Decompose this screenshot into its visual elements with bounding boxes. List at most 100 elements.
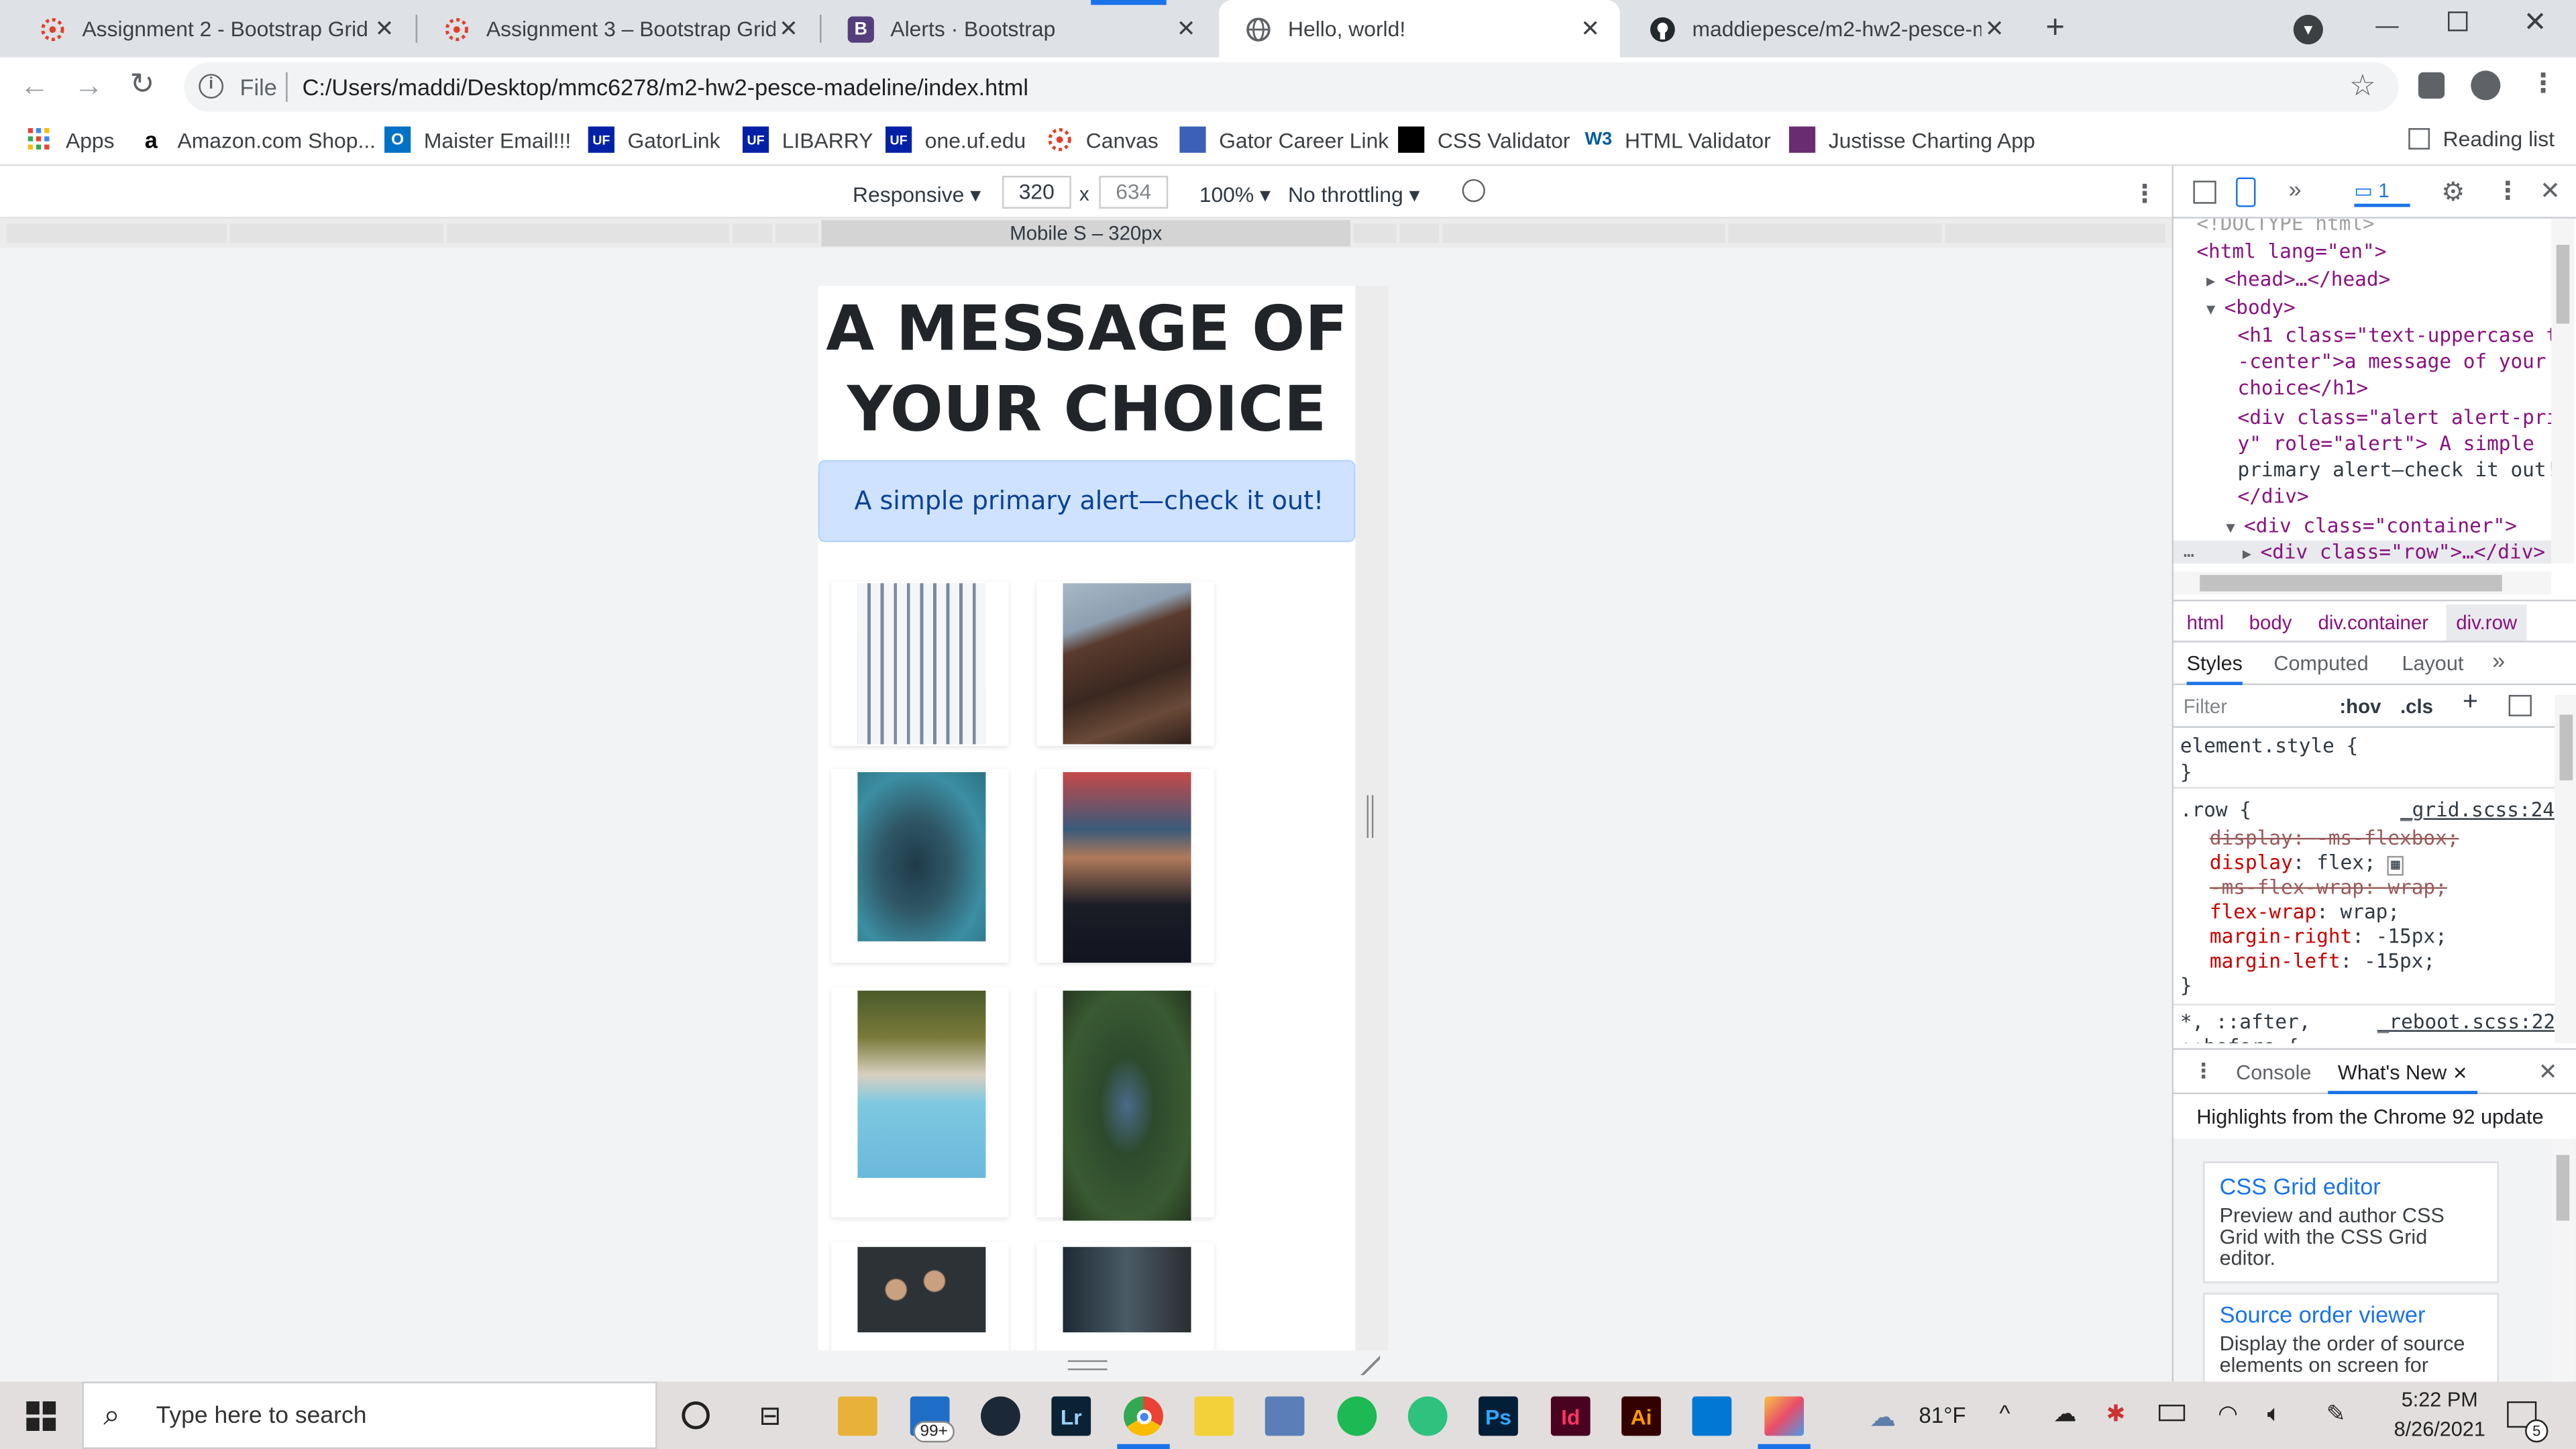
indesign-icon[interactable]: Id (1550, 1396, 1591, 1436)
clock-date[interactable]: 8/26/2021 (2382, 1417, 2497, 1440)
flexbox-editor-icon[interactable]: ▦ (2387, 855, 2404, 876)
bookmark-gator-career-link[interactable]: Gator Career Link (1179, 126, 1389, 153)
photoshop-icon[interactable]: Ps (1479, 1396, 1518, 1436)
cls-toggle[interactable]: .cls (2400, 695, 2433, 718)
decl-5[interactable]: margin-left: -15px; (2210, 950, 2435, 973)
selected-row-node[interactable]: … ▶ <div class="row">…</div> (2174, 540, 2552, 564)
corner-resize-handle-icon[interactable] (1360, 1355, 1381, 1375)
device-toggle-icon[interactable] (2236, 177, 2256, 207)
bookmark-apps[interactable]: Apps (26, 127, 115, 153)
cortana-icon[interactable] (682, 1401, 710, 1430)
row-rule-source-link[interactable]: _grid.scss:24 (2400, 798, 2555, 821)
tab-github[interactable]: maddiepesce/m2-hw2-pesce-ma ✕ (1623, 0, 2025, 58)
viewport-height-input[interactable]: 634 (1099, 176, 1169, 209)
tab-styles[interactable]: Styles (2186, 652, 2243, 686)
bookmark-canvas[interactable]: Canvas (1046, 127, 1159, 153)
settings-gear-icon[interactable]: ⚙ (2441, 176, 2465, 209)
toggle-sidebar-icon[interactable] (2508, 694, 2532, 716)
onedrive-icon[interactable]: ☁ (2053, 1400, 2076, 1428)
weather-icon[interactable]: ☁ (1870, 1401, 1896, 1434)
close-tab-icon[interactable]: ✕ (1577, 15, 1603, 43)
feature-title[interactable]: CSS Grid editor (2220, 1173, 2381, 1199)
bookmark-justisse[interactable]: Justisse Charting App (1788, 126, 2035, 153)
reboot-rule-source-link[interactable]: _reboot.scss:22 (2377, 1010, 2555, 1033)
height-resize-handle-icon[interactable] (1067, 1360, 1108, 1371)
drawer-scrollbar[interactable] (2551, 1138, 2575, 1382)
taskbar-search-box[interactable]: ⌕ Type here to search (82, 1381, 657, 1449)
reload-icon[interactable]: ↻ (129, 67, 154, 101)
info-icon[interactable]: i (199, 74, 224, 99)
browser-menu-icon[interactable]: ⋮ (2530, 67, 2556, 100)
alert-node[interactable]: <div class="alert alert-prim (2238, 406, 2552, 429)
bookmark-one-uf[interactable]: UF one.uf.edu (885, 126, 1026, 153)
zoom-select[interactable]: 100% ▾ (1199, 182, 1271, 209)
battery-icon[interactable] (2158, 1404, 2186, 1421)
breadcrumb-html[interactable]: html (2187, 611, 2224, 634)
bookmark-star-icon[interactable]: ☆ (2349, 69, 2376, 103)
styles-scrollbar[interactable] (2555, 694, 2576, 1044)
tray-app-icon[interactable]: ✱ (2106, 1400, 2126, 1428)
html-node[interactable]: <html lang="en"> (2196, 240, 2386, 263)
bookmark-html-validator[interactable]: W3 HTML Validator (1585, 127, 1771, 153)
h1-node[interactable]: <h1 class="text-uppercase te (2238, 323, 2552, 346)
close-tab-icon[interactable]: ✕ (371, 15, 397, 43)
tab-hello-world[interactable]: Hello, world! ✕ (1219, 0, 1620, 58)
more-tabs-icon[interactable]: » (2288, 176, 2301, 202)
tab-alerts-bootstrap[interactable]: B Alerts · Bootstrap ✕ (822, 0, 1216, 58)
extensions-icon[interactable] (2418, 72, 2445, 99)
pen-icon[interactable]: ✎ (2326, 1400, 2346, 1428)
lightroom-icon[interactable]: Lr (1051, 1396, 1091, 1436)
bookmark-amazon[interactable]: a Amazon.com Shop... (138, 127, 376, 153)
app-diamond-icon[interactable] (1764, 1396, 1805, 1436)
more-tabs-icon[interactable]: » (2492, 647, 2505, 674)
bookmark-css-validator[interactable]: CSS Validator (1398, 126, 1570, 153)
illustrator-icon[interactable]: Ai (1621, 1396, 1661, 1436)
feature-title[interactable]: Source order viewer (2220, 1301, 2426, 1328)
sticky-notes-icon[interactable] (1194, 1396, 1234, 1436)
close-tab-icon[interactable]: ✕ (1981, 15, 2007, 43)
mobile-s-breakpoint[interactable]: Mobile S – 320px (821, 220, 1351, 247)
decl-2[interactable]: -ms-flex-wrap: wrap; (2210, 875, 2447, 898)
address-bar[interactable]: i File C:/Users/maddi/Desktop/mmc6278/m2… (184, 62, 2399, 112)
hov-toggle[interactable]: :hov (2339, 695, 2381, 718)
breadcrumb-row[interactable]: div.row (2446, 604, 2527, 641)
chrome-icon[interactable] (1124, 1396, 1163, 1436)
feature-card[interactable]: Source order viewer Display the order of… (2203, 1293, 2499, 1382)
issues-counter[interactable]: ▭ 1 (2354, 179, 2410, 207)
breadcrumb-body[interactable]: body (2249, 611, 2292, 634)
minimize-icon[interactable]: — (2375, 11, 2398, 38)
vscode-icon[interactable] (1692, 1396, 1732, 1436)
decl-4[interactable]: margin-right: -15px; (2210, 925, 2447, 948)
tab-assignment-3[interactable]: Assignment 3 – Bootstrap Grid Sy ✕ (417, 0, 818, 58)
new-style-rule-icon[interactable]: + (2463, 688, 2478, 718)
viewport-width-input[interactable]: 320 (1002, 176, 1071, 209)
devtools-menu-icon[interactable]: ⋮ (2496, 176, 2520, 205)
body-node[interactable]: ▼ <body> (2206, 296, 2296, 319)
close-tab-icon[interactable]: ✕ (1173, 15, 1199, 43)
bookmark-gatorlink[interactable]: UF GatorLink (588, 126, 720, 153)
feature-card[interactable]: CSS Grid editor Preview and author CSS G… (2203, 1161, 2499, 1283)
tab-layout[interactable]: Layout (2402, 652, 2463, 675)
profile-avatar[interactable] (2471, 70, 2501, 101)
tab-computed[interactable]: Computed (2273, 652, 2368, 675)
tab-assignment-2[interactable]: Assignment 2 - Bootstrap Grid Sy ✕ (13, 0, 415, 58)
windows-start-icon[interactable] (26, 1401, 56, 1432)
breadcrumb-container[interactable]: div.container (2318, 611, 2428, 634)
width-resize-handle-icon[interactable] (1366, 795, 1374, 838)
spotify-icon[interactable] (1337, 1396, 1377, 1436)
forward-icon[interactable]: → (74, 69, 103, 103)
task-view-icon[interactable]: ⊟ (759, 1400, 781, 1433)
back-icon[interactable]: ← (19, 69, 49, 103)
close-devtools-icon[interactable]: ✕ (2540, 176, 2561, 205)
rotate-icon[interactable] (1462, 178, 1485, 203)
close-drawer-icon[interactable]: ✕ (2538, 1058, 2558, 1086)
file-explorer-icon[interactable] (837, 1396, 877, 1436)
tab-search-icon[interactable]: ▼ (2293, 15, 2323, 45)
close-tab-icon[interactable]: ✕ (2453, 1065, 2468, 1084)
steam-icon[interactable] (981, 1396, 1020, 1436)
styles-filter-input[interactable]: Filter (2184, 695, 2318, 718)
calculator-icon[interactable] (1265, 1396, 1305, 1436)
volume-icon[interactable]: 🔈︎ (2267, 1400, 2282, 1428)
drawer-menu-icon[interactable]: ⋮ (2193, 1058, 2214, 1083)
elements-hscrollbar[interactable] (2174, 572, 2552, 595)
